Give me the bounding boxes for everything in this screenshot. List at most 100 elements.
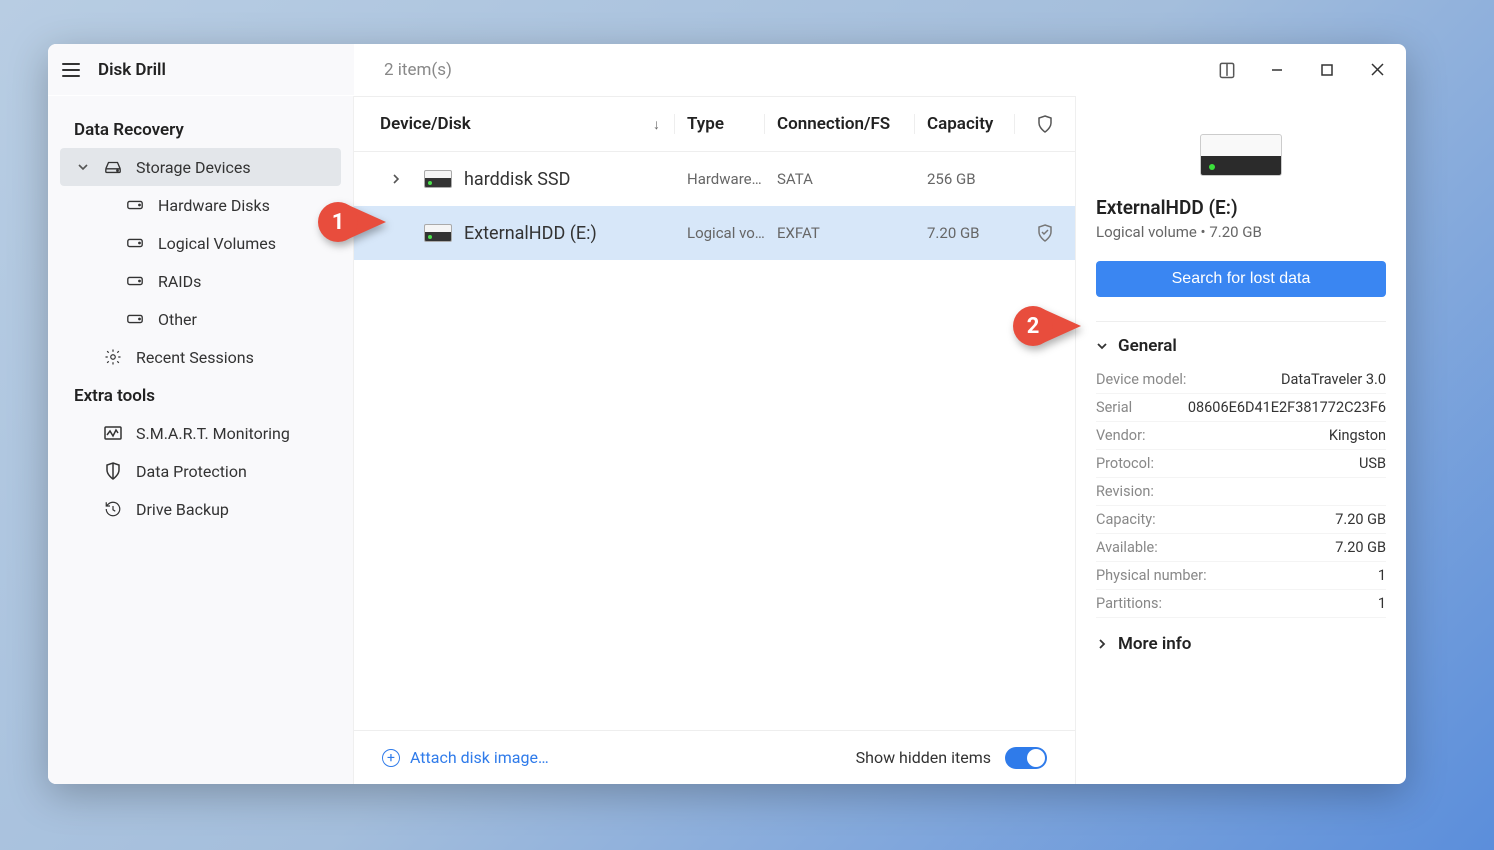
property-row: Vendor: Kingston [1096,422,1386,450]
property-value: 08606E6D41E2F381772C23F6 [1188,399,1386,416]
disk-icon [126,196,144,214]
column-header-protection[interactable] [1015,115,1075,133]
more-info-label: More info [1118,634,1191,654]
sidebar-item-drive-backup[interactable]: Drive Backup [60,490,341,528]
disk-icon [126,310,144,328]
cell-capacity: 256 GB [915,170,1015,188]
sidebar-item-hardware-disks[interactable]: Hardware Disks [60,186,341,224]
property-key: Serial [1096,399,1132,416]
cell-type: Logical vol… [675,224,765,242]
app-title: Disk Drill [98,60,166,80]
sidebar-item-label: Storage Devices [136,158,251,177]
help-icon[interactable] [1202,44,1252,96]
sidebar-item-label: RAIDs [158,272,201,291]
cell-device: ExternalHDD (E:) [354,223,675,244]
main-footer: + Attach disk image… Show hidden items [354,730,1075,784]
expand-chevron-icon[interactable] [380,174,412,184]
sidebar-heading-recovery: Data Recovery [48,110,353,148]
disk-icon [126,272,144,290]
hidden-items-label: Show hidden items [856,748,991,767]
column-header-device[interactable]: Device/Disk ↓ [354,114,675,134]
show-hidden-toggle[interactable] [1005,747,1047,769]
property-key: Revision: [1096,483,1154,500]
sidebar-item-label: Recent Sessions [136,348,254,367]
app-body: Data Recovery Storage Devices Hardware D… [48,96,1406,784]
more-info-header[interactable]: More info [1096,634,1386,654]
property-key: Physical number: [1096,567,1207,584]
property-value: 1 [1378,595,1386,612]
window-controls [1202,44,1406,96]
divider [1096,321,1386,322]
titlebar-left: Disk Drill [48,44,354,95]
attach-label: Attach disk image… [410,748,549,767]
property-value: 7.20 GB [1335,539,1386,556]
sidebar-item-recent-sessions[interactable]: Recent Sessions [60,338,341,376]
drive-illustration [1200,134,1282,176]
column-header-capacity[interactable]: Capacity [915,114,1015,134]
property-row: Available:7.20 GB [1096,534,1386,562]
close-button[interactable] [1352,44,1402,96]
property-value: 1 [1378,567,1386,584]
general-label: General [1118,336,1177,356]
item-count-label: 2 item(s) [354,60,1202,80]
sidebar-item-data-protection[interactable]: Data Protection [60,452,341,490]
shield-icon [104,462,122,480]
property-key: Protocol: [1096,455,1154,472]
sidebar: Data Recovery Storage Devices Hardware D… [48,96,354,784]
monitor-icon [104,424,122,442]
sidebar-item-logical-volumes[interactable]: Logical Volumes [60,224,341,262]
cell-protection [1015,224,1075,242]
property-value: Kingston [1329,427,1386,444]
property-row: Protocol: USB [1096,450,1386,478]
history-icon [104,500,122,518]
show-hidden-toggle-group: Show hidden items [856,747,1047,769]
table-header: Device/Disk ↓ Type Connection/FS Capacit… [354,96,1075,152]
property-row: Serial 08606E6D41E2F381772C23F6 [1096,394,1386,422]
column-header-connection[interactable]: Connection/FS [765,114,915,134]
drive-icon [104,158,122,176]
disk-icon [126,234,144,252]
maximize-button[interactable] [1302,44,1352,96]
property-row: Device model:DataTraveler 3.0 [1096,366,1386,394]
property-key: Vendor: [1096,427,1146,444]
details-subtitle: Logical volume • 7.20 GB [1096,223,1386,241]
property-row: Partitions: 1 [1096,590,1386,618]
menu-icon[interactable] [62,63,80,77]
sidebar-item-label: Hardware Disks [158,196,270,215]
property-value: 7.20 GB [1335,511,1386,528]
cell-capacity: 7.20 GB [915,224,1015,242]
sidebar-item-other[interactable]: Other [60,300,341,338]
cell-type: Hardware… [675,170,765,188]
table-row[interactable]: harddisk SSDHardware…SATA256 GB [354,152,1075,206]
property-key: Partitions: [1096,595,1162,612]
property-key: Capacity: [1096,511,1156,528]
property-value: USB [1359,455,1386,472]
sidebar-item-smart[interactable]: S.M.A.R.T. Monitoring [60,414,341,452]
sidebar-item-label: Data Protection [136,462,247,481]
chevron-right-icon [1096,638,1108,650]
search-for-lost-data-button[interactable]: Search for lost data [1096,261,1386,297]
device-name: ExternalHDD (E:) [464,223,597,244]
sort-arrow-icon: ↓ [653,116,660,133]
plus-circle-icon: + [382,749,400,767]
minimize-button[interactable] [1252,44,1302,96]
general-section-header[interactable]: General [1096,336,1386,356]
table-body: harddisk SSDHardware…SATA256 GBExternalH… [354,152,1075,730]
table-row[interactable]: ExternalHDD (E:) Logical vol…EXFAT7.20 GB [354,206,1075,260]
sidebar-item-label: Drive Backup [136,500,229,519]
sidebar-item-label: Other [158,310,197,329]
attach-disk-image-link[interactable]: + Attach disk image… [382,748,549,767]
details-properties: Device model:DataTraveler 3.0 Serial 08606… [1096,366,1386,618]
sidebar-item-label: Logical Volumes [158,234,276,253]
chevron-down-icon [1096,340,1108,352]
titlebar: Disk Drill 2 item(s) [48,44,1406,96]
cell-connection: EXFAT [765,224,915,242]
sidebar-item-raids[interactable]: RAIDs [60,262,341,300]
property-value: DataTraveler 3.0 [1281,371,1386,388]
column-header-type[interactable]: Type [675,114,765,134]
sidebar-item-storage-devices[interactable]: Storage Devices [60,148,341,186]
details-panel: ExternalHDD (E:) Logical volume • 7.20 G… [1076,96,1406,784]
property-row: Physical number: 1 [1096,562,1386,590]
cell-connection: SATA [765,170,915,188]
gear-icon [104,348,122,366]
